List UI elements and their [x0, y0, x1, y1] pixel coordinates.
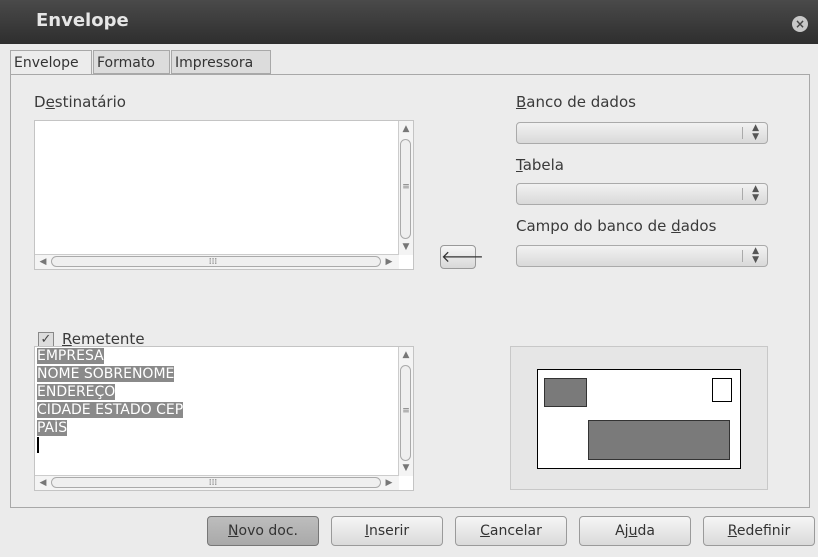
text-cursor [37, 437, 39, 453]
scroll-down-icon[interactable]: ▼ [400, 462, 412, 474]
sender-hscroll[interactable]: ◀ ⁞⁞⁞ ▶ [35, 475, 399, 490]
sender-block [544, 378, 587, 407]
grip-icon: ≡ [402, 182, 410, 192]
cancel-button[interactable]: Cancelar [455, 516, 567, 546]
db-field-label: Campo do banco de dados [516, 217, 717, 235]
database-select[interactable]: ▲ ▼ [516, 122, 768, 144]
insert-field-button[interactable]: 🡐 [440, 245, 484, 269]
sender-line: NOME SOBRENOME [37, 366, 175, 382]
recipient-vscroll[interactable]: ▲ ≡ ▼ [398, 121, 413, 255]
tab-envelope[interactable]: Envelope [10, 50, 92, 76]
spin-icon: ▲ ▼ [752, 123, 759, 142]
envelope-shape [537, 369, 741, 469]
grip-icon: ≡ [402, 406, 410, 416]
scroll-right-icon[interactable]: ▶ [383, 477, 395, 489]
recipient-hscroll[interactable]: ◀ ⁞⁞⁞ ▶ [35, 254, 399, 269]
spin-icon: ▲ ▼ [752, 246, 759, 265]
scroll-right-icon[interactable]: ▶ [383, 256, 395, 268]
tab-impressora[interactable]: Impressora [171, 50, 271, 74]
scroll-down-icon[interactable]: ▼ [400, 241, 412, 253]
reset-button[interactable]: Redefinir [703, 516, 815, 546]
title-bar: Envelope × [0, 0, 818, 44]
table-select[interactable]: ▲ ▼ [516, 183, 768, 205]
scroll-left-icon[interactable]: ◀ [37, 256, 49, 268]
sender-textarea[interactable]: EMPRESA NOME SOBRENOME ENDEREÇO CIDADE E… [34, 346, 414, 491]
db-field-select[interactable]: ▲ ▼ [516, 245, 768, 267]
insert-button[interactable]: Inserir [331, 516, 443, 546]
grip-icon: ⁞⁞⁞ [208, 257, 218, 267]
envelope-preview [510, 346, 768, 490]
close-icon[interactable]: × [792, 16, 808, 32]
address-block [588, 420, 730, 460]
scroll-up-icon[interactable]: ▲ [400, 349, 412, 361]
grip-icon: ⁞⁞⁞ [208, 478, 218, 488]
stamp-block [712, 378, 732, 402]
tab-formato[interactable]: Formato [93, 50, 170, 74]
window-title: Envelope [36, 10, 129, 31]
sender-line: PAÍS [37, 420, 68, 436]
scroll-up-icon[interactable]: ▲ [400, 123, 412, 135]
table-label: Tabela [516, 156, 564, 174]
sender-line: CIDADE ESTADO CEP [37, 402, 184, 418]
recipient-label: Destinatário [34, 93, 126, 111]
help-button[interactable]: Ajuda [579, 516, 691, 546]
sender-vscroll[interactable]: ▲ ≡ ▼ [398, 347, 413, 476]
database-label: Banco de dados [516, 93, 636, 111]
new-document-button[interactable]: Novo doc. [207, 516, 319, 546]
arrow-left-icon: 🡐 [441, 247, 484, 266]
scroll-left-icon[interactable]: ◀ [37, 477, 49, 489]
spin-icon: ▲ ▼ [752, 184, 759, 203]
sender-line: ENDEREÇO [37, 384, 116, 400]
recipient-textarea[interactable]: ▲ ≡ ▼ ◀ ⁞⁞⁞ ▶ [34, 120, 414, 270]
sender-line: EMPRESA [37, 348, 104, 364]
sender-text[interactable]: EMPRESA NOME SOBRENOME ENDEREÇO CIDADE E… [37, 347, 184, 453]
